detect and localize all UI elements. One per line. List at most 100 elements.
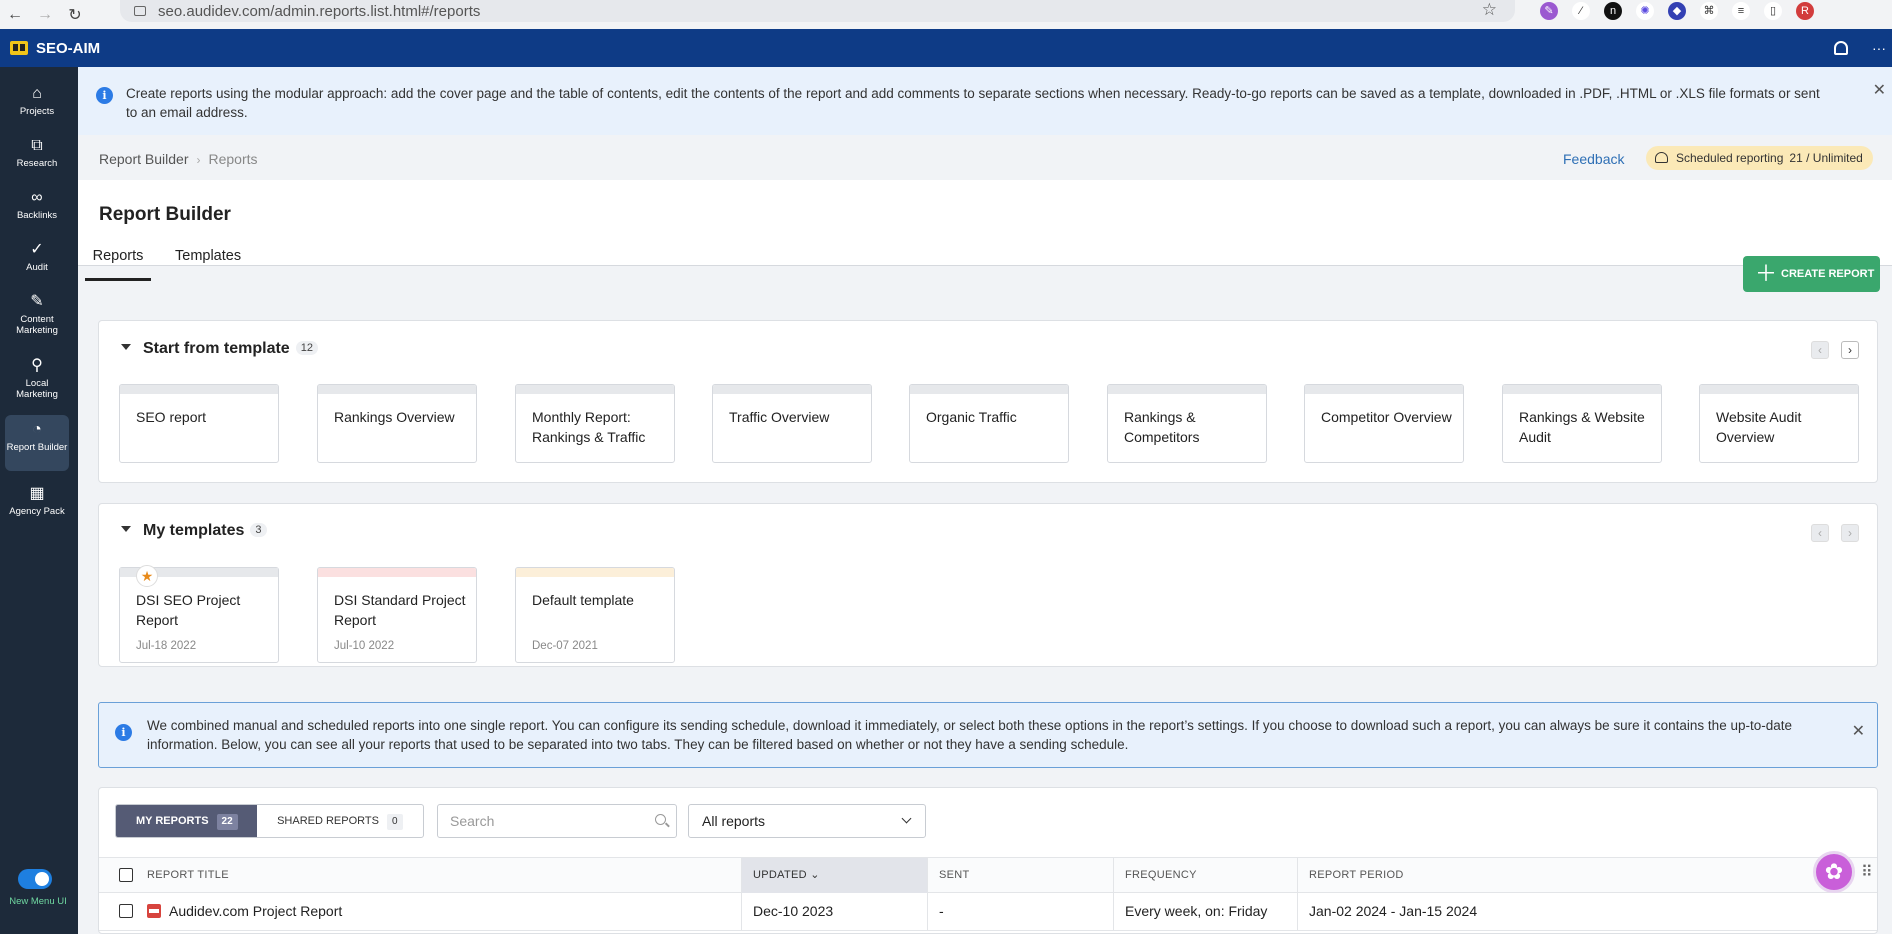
n-extension-icon[interactable]: n bbox=[1604, 2, 1622, 20]
template-card[interactable]: SEO report bbox=[119, 384, 279, 463]
sidebar-item-projects[interactable]: ⌂ Projects bbox=[5, 85, 69, 117]
pie-chart-icon: ◔ bbox=[32, 421, 42, 438]
media-icon[interactable]: ≡ bbox=[1732, 2, 1750, 20]
star-icon[interactable]: ★ bbox=[136, 565, 158, 587]
sidebar-item-backlinks[interactable]: ∞ Backlinks bbox=[5, 189, 69, 221]
check-circle-icon: ✓ bbox=[30, 241, 44, 258]
bookmark-star-icon[interactable]: ☆ bbox=[1482, 0, 1497, 20]
chevron-down-icon bbox=[901, 813, 912, 824]
back-arrow-icon[interactable]: ← bbox=[0, 6, 30, 24]
sidebar-item-local-marketing[interactable]: ⚲ Local Marketing bbox=[5, 357, 69, 400]
close-icon[interactable]: ✕ bbox=[1852, 722, 1865, 741]
side-panel-icon[interactable]: ▯ bbox=[1764, 2, 1782, 20]
info-icon: i bbox=[96, 87, 113, 104]
new-menu-toggle[interactable] bbox=[18, 869, 52, 889]
template-date: Jul-10 2022 bbox=[334, 640, 395, 652]
more-menu-icon[interactable]: ··· bbox=[1872, 40, 1886, 56]
column-header-report-period[interactable]: REPORT PERIOD bbox=[1297, 858, 1577, 893]
sidebar-item-report-builder[interactable]: ◔ Report Builder bbox=[5, 415, 69, 471]
puzzle-extensions-icon[interactable]: ⌘ bbox=[1700, 2, 1718, 20]
pen-extension-icon[interactable]: ✎ bbox=[1540, 2, 1558, 20]
report-period-cell: Jan-02 2024 - Jan-15 2024 bbox=[1309, 903, 1478, 919]
app-brand[interactable]: SEO-AIM bbox=[36, 40, 100, 57]
close-icon[interactable]: ✕ bbox=[1873, 81, 1886, 100]
my-template-card[interactable]: Default template Dec-07 2021 bbox=[515, 567, 675, 663]
site-info-icon[interactable] bbox=[134, 6, 146, 16]
tab-reports[interactable]: Reports bbox=[85, 248, 151, 281]
scheduled-label: Scheduled reporting bbox=[1676, 151, 1784, 165]
sidebar-item-label: Research bbox=[16, 158, 58, 169]
reports-filter-select[interactable]: All reports bbox=[688, 804, 926, 838]
blue-extension-icon[interactable]: ◆ bbox=[1668, 2, 1686, 20]
frequency-cell: Every week, on: Friday bbox=[1125, 903, 1268, 919]
url-text: seo.audidev.com/admin.reports.list.html#… bbox=[158, 2, 481, 20]
sidebar-item-label: Report Builder bbox=[6, 442, 68, 453]
column-header-updated[interactable]: UPDATED ⌄ bbox=[741, 858, 927, 893]
research-icon: ⧉ bbox=[31, 137, 43, 154]
gear-extension-icon[interactable]: ✺ bbox=[1636, 2, 1654, 20]
column-header-frequency[interactable]: FREQUENCY bbox=[1113, 858, 1297, 893]
my-reports-tab[interactable]: MY REPORTS 22 bbox=[116, 805, 258, 837]
template-name: Organic Traffic bbox=[926, 409, 1017, 425]
template-name: SEO report bbox=[136, 409, 207, 425]
notification-bell-icon[interactable] bbox=[1834, 41, 1848, 55]
breadcrumb-item-report-builder[interactable]: Report Builder bbox=[99, 151, 189, 167]
feedback-link[interactable]: Feedback bbox=[1563, 151, 1624, 167]
search-input[interactable]: Search bbox=[437, 804, 677, 838]
segment-label: SHARED REPORTS bbox=[277, 815, 379, 827]
sidebar-item-content-marketing[interactable]: ✎ Content Marketing bbox=[5, 293, 69, 336]
drag-grip-icon[interactable]: ⠿ bbox=[1861, 862, 1873, 882]
scheduled-reporting-badge[interactable]: Scheduled reporting 21 / Unlimited bbox=[1646, 146, 1873, 170]
browser-toolbar: ← → ↻ seo.audidev.com/admin.reports.list… bbox=[0, 0, 1892, 29]
breadcrumb-item-reports: Reports bbox=[208, 151, 258, 167]
collapse-caret-icon bbox=[121, 344, 131, 350]
notice-text: We combined manual and scheduled reports… bbox=[147, 718, 1792, 752]
prev-page-icon[interactable]: ‹ bbox=[1811, 341, 1829, 359]
sidebar-item-audit[interactable]: ✓ Audit bbox=[5, 241, 69, 273]
template-card[interactable]: Rankings & Competitors bbox=[1107, 384, 1267, 463]
next-page-icon[interactable]: › bbox=[1841, 524, 1859, 542]
template-card[interactable]: Organic Traffic bbox=[909, 384, 1069, 463]
template-card[interactable]: Competitor Overview bbox=[1304, 384, 1464, 463]
select-all-checkbox[interactable] bbox=[119, 868, 133, 882]
section-header[interactable]: My templates 3 bbox=[121, 522, 267, 540]
my-template-card[interactable]: DSI Standard Project Report Jul-10 2022 bbox=[317, 567, 477, 663]
tab-templates[interactable]: Templates bbox=[175, 248, 241, 278]
template-card[interactable]: Website Audit Overview bbox=[1699, 384, 1859, 463]
info-banner-text: Create reports using the modular approac… bbox=[126, 86, 1820, 120]
assistant-chat-button[interactable] bbox=[1813, 851, 1855, 893]
table-row[interactable]: Audidev.com Project Report Dec-10 2023 -… bbox=[99, 893, 1877, 931]
sidebar-item-label: Content Marketing bbox=[16, 314, 58, 336]
row-checkbox[interactable] bbox=[119, 904, 133, 918]
create-report-label: CREATE REPORT bbox=[1781, 268, 1875, 280]
sidebar-item-research[interactable]: ⧉ Research bbox=[5, 137, 69, 169]
sidebar-item-label: Agency Pack bbox=[9, 506, 65, 517]
table-header: REPORT TITLE UPDATED ⌄ SENT FREQUENCY RE… bbox=[99, 857, 1877, 893]
template-date: Dec-07 2021 bbox=[532, 640, 598, 652]
section-title: Start from template bbox=[143, 340, 290, 357]
template-card[interactable]: Rankings & Website Audit bbox=[1502, 384, 1662, 463]
extensions-row: ✎ ⁄ n ✺ ◆ ⌘ ≡ ▯ R bbox=[1540, 0, 1814, 22]
prev-page-icon[interactable]: ‹ bbox=[1811, 524, 1829, 542]
reload-icon[interactable]: ↻ bbox=[60, 5, 90, 25]
my-templates-section: My templates 3 ‹ › ★ DSI SEO Project Repo… bbox=[98, 503, 1878, 667]
page-title: Report Builder bbox=[99, 204, 231, 225]
next-page-icon[interactable]: › bbox=[1841, 341, 1859, 359]
column-header-sent[interactable]: SENT bbox=[927, 858, 1113, 893]
link-icon: ∞ bbox=[31, 189, 43, 206]
report-title-cell[interactable]: Audidev.com Project Report bbox=[135, 893, 741, 930]
section-header[interactable]: Start from template 12 bbox=[121, 340, 318, 358]
template-date: Jul-18 2022 bbox=[136, 640, 197, 652]
create-report-button[interactable]: ＋ CREATE REPORT bbox=[1743, 256, 1880, 292]
forward-arrow-icon[interactable]: → bbox=[30, 6, 60, 24]
shared-reports-tab[interactable]: SHARED REPORTS 0 bbox=[257, 805, 423, 837]
my-template-card[interactable]: ★ DSI SEO Project Report Jul-18 2022 bbox=[119, 565, 279, 663]
template-card[interactable]: Monthly Report: Rankings & Traffic bbox=[515, 384, 675, 463]
profile-avatar[interactable]: R bbox=[1796, 2, 1814, 20]
column-header-title[interactable]: REPORT TITLE bbox=[135, 858, 741, 893]
address-bar[interactable]: seo.audidev.com/admin.reports.list.html#… bbox=[120, 0, 1515, 22]
brush-extension-icon[interactable]: ⁄ bbox=[1572, 2, 1590, 20]
template-card[interactable]: Rankings Overview bbox=[317, 384, 477, 463]
template-card[interactable]: Traffic Overview bbox=[712, 384, 872, 463]
sidebar-item-agency-pack[interactable]: ▦ Agency Pack bbox=[5, 485, 69, 517]
